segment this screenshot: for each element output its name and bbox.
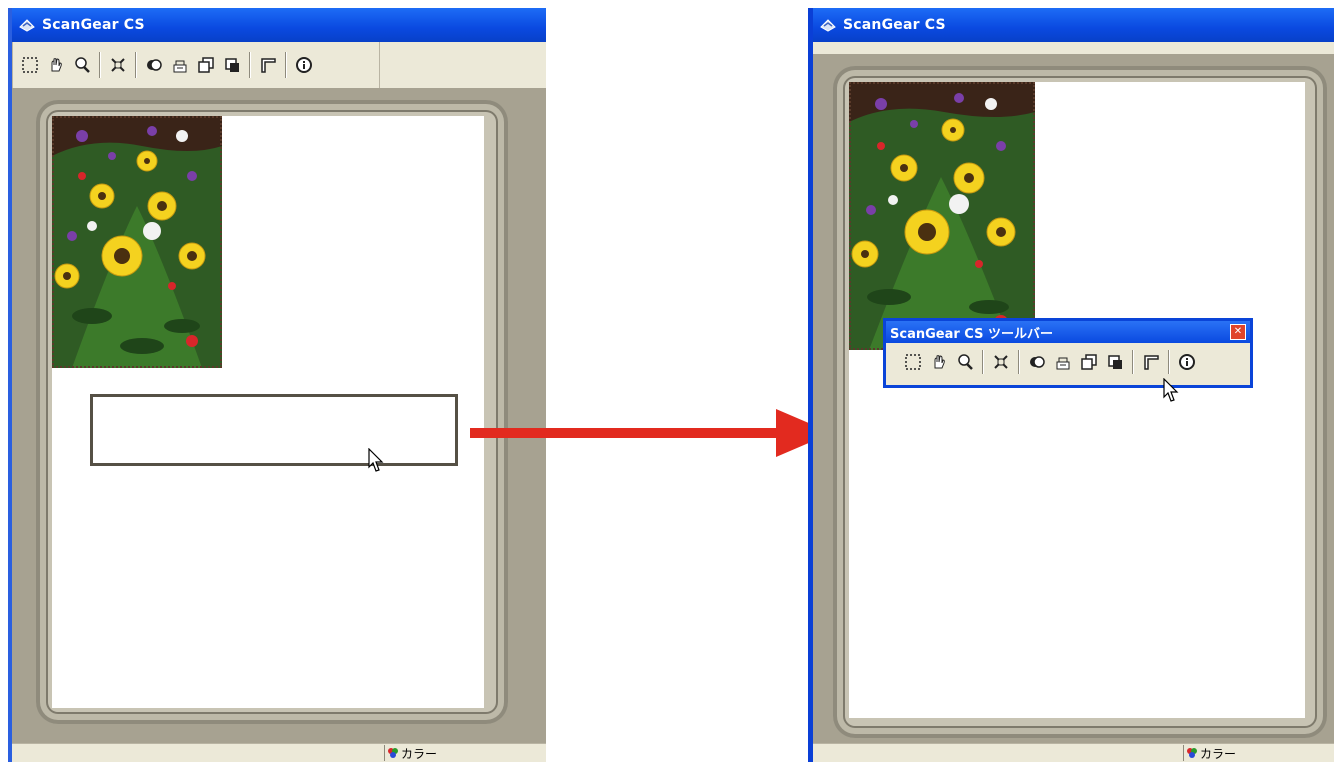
color-icon[interactable]	[143, 54, 165, 76]
corner-icon[interactable]	[257, 54, 279, 76]
status-bar: カラー	[12, 743, 546, 762]
toolbar-separator	[1132, 350, 1134, 374]
app-icon	[16, 16, 38, 34]
gray-icon[interactable]	[1052, 351, 1074, 373]
floating-toolbar-title: ScanGear CS ツールバー	[890, 326, 1053, 342]
preview-frame	[833, 66, 1327, 738]
auto-crop-icon[interactable]	[107, 54, 129, 76]
title-bar[interactable]: ScanGear CS	[813, 8, 1334, 42]
color-mode-icon	[1187, 748, 1197, 758]
hand-icon[interactable]	[928, 351, 950, 373]
floating-toolbar-window[interactable]: ScanGear CS ツールバー ✕	[883, 318, 1253, 388]
mouse-cursor-icon	[1163, 378, 1179, 402]
main-toolbar	[12, 42, 380, 89]
toolbar-separator	[1018, 350, 1020, 374]
duplicate-icon[interactable]	[195, 54, 217, 76]
color-icon[interactable]	[1026, 351, 1048, 373]
scanned-flower-image[interactable]	[849, 82, 1035, 350]
toolbar-separator	[1168, 350, 1170, 374]
scangear-window-right: ScanGear CS ScanGear CS ツールバー ✕ カラー	[808, 8, 1334, 762]
mouse-cursor-icon	[368, 448, 384, 472]
copy-icon[interactable]	[221, 54, 243, 76]
preview-paper[interactable]	[849, 82, 1305, 718]
window-title: ScanGear CS	[42, 17, 145, 33]
color-mode-label: カラー	[1200, 746, 1237, 761]
status-bar: カラー	[813, 743, 1334, 762]
toolbar-separator	[135, 52, 137, 78]
hand-icon[interactable]	[45, 54, 67, 76]
color-mode-indicator: カラー	[1183, 745, 1240, 761]
marquee-select-icon[interactable]	[902, 351, 924, 373]
toolbar-separator	[285, 52, 287, 78]
preview-area: ScanGear CS ツールバー ✕	[813, 54, 1334, 744]
window-title: ScanGear CS	[843, 17, 946, 33]
color-mode-label: カラー	[401, 746, 438, 761]
gray-icon[interactable]	[169, 54, 191, 76]
zoom-icon[interactable]	[71, 54, 93, 76]
toolbar-separator	[249, 52, 251, 78]
scanned-flower-image[interactable]	[52, 116, 222, 368]
app-icon	[817, 16, 839, 34]
corner-icon[interactable]	[1140, 351, 1162, 373]
title-bar[interactable]: ScanGear CS	[12, 8, 546, 42]
toolbar-separator	[982, 350, 984, 374]
floating-toolbar-titlebar[interactable]: ScanGear CS ツールバー ✕	[886, 321, 1250, 343]
toolbar-separator	[99, 52, 101, 78]
duplicate-icon[interactable]	[1078, 351, 1100, 373]
close-icon[interactable]: ✕	[1230, 324, 1246, 340]
info-icon[interactable]	[1176, 351, 1198, 373]
toolbar-drag-outline	[90, 394, 458, 466]
preview-area	[12, 88, 546, 744]
color-mode-icon	[388, 748, 398, 758]
scangear-window-left: ScanGear CS カラー	[8, 8, 546, 762]
marquee-select-icon[interactable]	[19, 54, 41, 76]
floating-toolbar-buttons	[886, 343, 1250, 381]
transition-arrow-shaft	[470, 428, 780, 438]
auto-crop-icon[interactable]	[990, 351, 1012, 373]
color-mode-indicator: カラー	[384, 745, 441, 761]
copy-icon[interactable]	[1104, 351, 1126, 373]
zoom-icon[interactable]	[954, 351, 976, 373]
info-icon[interactable]	[293, 54, 315, 76]
